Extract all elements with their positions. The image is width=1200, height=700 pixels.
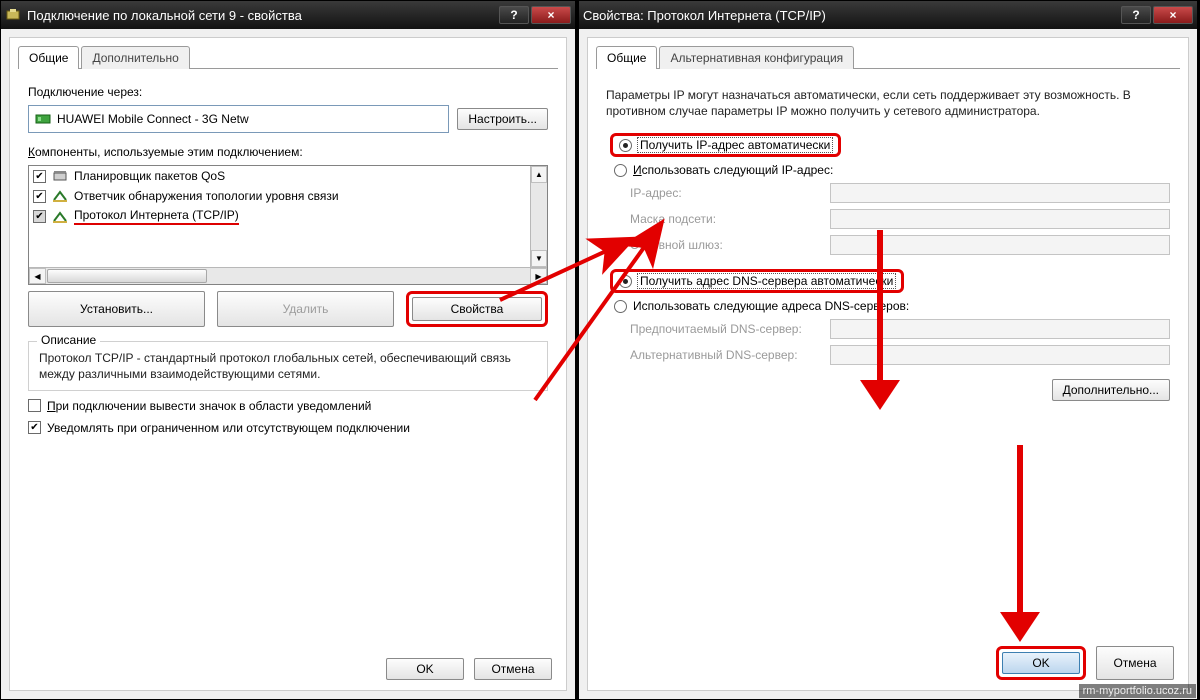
- subnet-mask-field: [830, 209, 1170, 229]
- connect-using-label: Подключение через:: [28, 85, 548, 99]
- highlight-dns-auto: Получить адрес DNS-сервера автоматически: [610, 269, 904, 293]
- list-item[interactable]: ✔ Планировщик пакетов QoS: [29, 166, 547, 186]
- dns-pref-label: Предпочитаемый DNS-сервер:: [630, 322, 830, 336]
- notify-limited-checkbox[interactable]: ✔: [28, 421, 41, 434]
- configure-button[interactable]: Настроить...: [457, 108, 548, 130]
- subnet-mask-label: Маска подсети:: [630, 212, 830, 226]
- close-button[interactable]: ×: [531, 6, 571, 24]
- components-list[interactable]: ✔ Планировщик пакетов QoS ✔ Ответчик обн…: [28, 165, 548, 285]
- highlight-properties: Свойства: [406, 291, 548, 327]
- window1-titlebar[interactable]: Подключение по локальной сети 9 - свойст…: [1, 1, 575, 29]
- radio-ip-auto[interactable]: [619, 139, 632, 152]
- cancel-button[interactable]: Отмена: [1096, 646, 1174, 680]
- scroll-left-icon[interactable]: ◀: [29, 268, 46, 284]
- scrollbar-vertical[interactable]: ▲ ▼: [530, 166, 547, 267]
- advanced-button[interactable]: Дополнительно...: [1052, 379, 1170, 401]
- gateway-label: Основной шлюз:: [630, 238, 830, 252]
- cancel-button[interactable]: Отмена: [474, 658, 552, 680]
- description-title: Описание: [37, 333, 100, 347]
- radio-ip-auto-label: Получить IP-адрес автоматически: [638, 138, 832, 152]
- ip-info-text: Параметры IP могут назначаться автоматич…: [606, 87, 1170, 119]
- scroll-right-icon[interactable]: ▶: [530, 268, 547, 284]
- qos-icon: [52, 168, 68, 184]
- checkbox[interactable]: ✔: [33, 210, 46, 223]
- ok-button[interactable]: OK: [1002, 652, 1080, 674]
- nic-icon: [35, 111, 51, 127]
- tab-general[interactable]: Общие: [596, 46, 657, 69]
- dns-pref-field: [830, 319, 1170, 339]
- adapter-name: HUAWEI Mobile Connect - 3G Netw: [57, 112, 249, 126]
- list-item[interactable]: ✔ Ответчик обнаружения топологии уровня …: [29, 186, 547, 206]
- checkbox[interactable]: ✔: [33, 170, 46, 183]
- close-button[interactable]: ×: [1153, 6, 1193, 24]
- radio-dns-auto-label: Получить адрес DNS-сервера автоматически: [638, 274, 895, 288]
- components-label: Компоненты, используемые этим подключени…: [28, 145, 548, 159]
- notify-limited-label: Уведомлять при ограниченном или отсутств…: [47, 421, 410, 435]
- ok-button[interactable]: OK: [386, 658, 464, 680]
- uninstall-button: Удалить: [217, 291, 394, 327]
- ip-address-field: [830, 183, 1170, 203]
- show-icon-label: При подключении вывести значок в области…: [47, 399, 371, 413]
- tab-general[interactable]: Общие: [18, 46, 79, 69]
- component-label: Планировщик пакетов QoS: [74, 169, 225, 183]
- connection-icon: [5, 7, 21, 23]
- window2-titlebar[interactable]: Свойства: Протокол Интернета (TCP/IP) ? …: [579, 1, 1197, 29]
- window1-title: Подключение по локальной сети 9 - свойст…: [27, 8, 497, 23]
- tab-advanced[interactable]: Дополнительно: [81, 46, 189, 69]
- scroll-down-icon[interactable]: ▼: [531, 250, 547, 267]
- watermark: rm-myportfolio.ucoz.ru: [1079, 684, 1196, 698]
- help-button[interactable]: ?: [499, 6, 529, 24]
- description-text: Протокол TCP/IP - стандартный протокол г…: [39, 350, 537, 382]
- checkbox[interactable]: ✔: [33, 190, 46, 203]
- radio-dns-manual[interactable]: [614, 300, 627, 313]
- description-group: Описание Протокол TCP/IP - стандартный п…: [28, 341, 548, 391]
- install-button[interactable]: Установить...: [28, 291, 205, 327]
- scrollbar-horizontal[interactable]: ◀ ▶: [29, 267, 547, 284]
- adapter-box: HUAWEI Mobile Connect - 3G Netw: [28, 105, 449, 133]
- tcpip-icon: [52, 209, 68, 225]
- list-item-tcpip[interactable]: ✔ Протокол Интернета (TCP/IP): [29, 206, 547, 227]
- dns-alt-field: [830, 345, 1170, 365]
- radio-ip-manual-label: Использовать следующий IP-адрес:: [633, 163, 833, 177]
- radio-dns-auto[interactable]: [619, 275, 632, 288]
- highlight-ip-auto: Получить IP-адрес автоматически: [610, 133, 841, 157]
- tab-alt-config[interactable]: Альтернативная конфигурация: [659, 46, 854, 69]
- component-label: Протокол Интернета (TCP/IP): [74, 208, 239, 225]
- window2-title: Свойства: Протокол Интернета (TCP/IP): [583, 8, 1119, 23]
- properties-button[interactable]: Свойства: [412, 297, 542, 321]
- component-label: Ответчик обнаружения топологии уровня св…: [74, 189, 339, 203]
- gateway-field: [830, 235, 1170, 255]
- lltd-icon: [52, 188, 68, 204]
- dns-alt-label: Альтернативный DNS-сервер:: [630, 348, 830, 362]
- scroll-thumb[interactable]: [47, 269, 207, 283]
- scroll-up-icon[interactable]: ▲: [531, 166, 547, 183]
- highlight-ok: OK: [996, 646, 1086, 680]
- radio-dns-manual-label: Использовать следующие адреса DNS-сервер…: [633, 299, 909, 313]
- help-button[interactable]: ?: [1121, 6, 1151, 24]
- ip-address-label: IP-адрес:: [630, 186, 830, 200]
- radio-ip-manual[interactable]: [614, 164, 627, 177]
- show-icon-checkbox[interactable]: [28, 399, 41, 412]
